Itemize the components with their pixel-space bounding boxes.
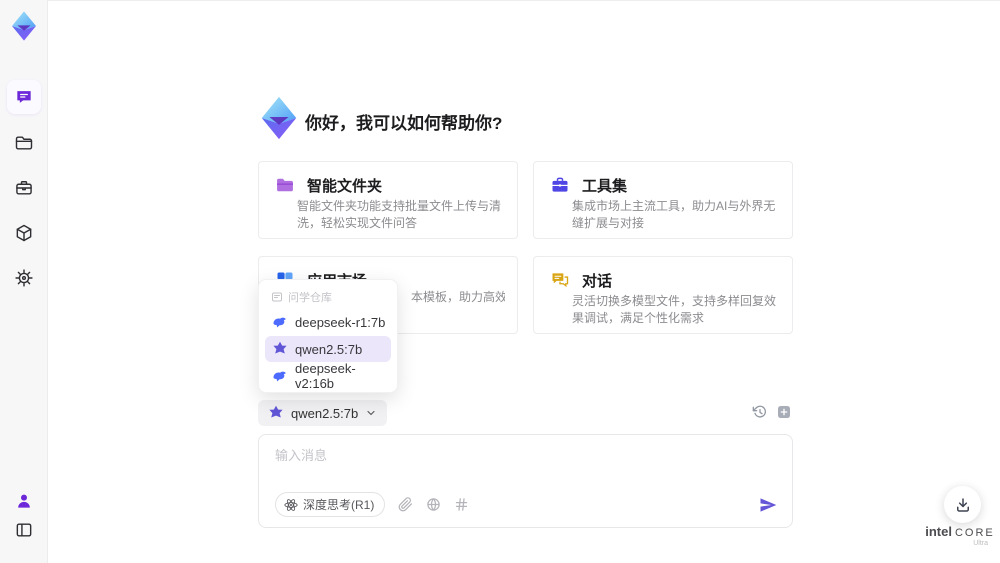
history-icon[interactable] xyxy=(752,404,768,420)
card-title: 对话 xyxy=(582,273,613,290)
gem-logo-icon xyxy=(261,96,297,140)
chevron-down-icon xyxy=(367,410,375,416)
repo-icon xyxy=(272,292,282,302)
message-input[interactable] xyxy=(275,445,775,485)
model-option-deepseek-v2[interactable]: deepseek-v2:16b xyxy=(265,361,391,391)
top-divider xyxy=(48,0,1000,1)
gem-logo-icon xyxy=(12,11,36,41)
card-title: 工具集 xyxy=(582,178,628,195)
send-icon[interactable] xyxy=(758,495,778,515)
hash-icon[interactable] xyxy=(454,497,469,512)
paperclip-icon[interactable] xyxy=(398,497,413,512)
model-dropdown: 问学仓库 deepseek-r1:7b qwen2.5:7b deepseek-… xyxy=(258,279,398,393)
sidebar-item-settings[interactable] xyxy=(7,261,41,295)
user-icon xyxy=(18,494,30,508)
download-icon xyxy=(956,497,969,512)
model-option-deepseek-r1[interactable]: deepseek-r1:7b xyxy=(265,309,391,335)
plus-square-icon[interactable] xyxy=(776,404,792,420)
model-option-label: deepseek-v2:16b xyxy=(295,361,356,391)
qwen-icon xyxy=(273,341,287,354)
sidebar-item-chat[interactable] xyxy=(7,80,41,114)
model-option-qwen[interactable]: qwen2.5:7b xyxy=(265,336,391,362)
folder-purple-icon xyxy=(277,178,293,192)
sidebar-item-models[interactable] xyxy=(7,216,41,250)
qwen-icon xyxy=(269,405,283,418)
briefcase-icon xyxy=(16,181,32,195)
folder-icon xyxy=(15,136,33,150)
message-composer: 深度思考(R1) xyxy=(258,434,793,528)
sidebar-item-collapse[interactable] xyxy=(7,513,41,547)
model-option-label: deepseek-r1:7b xyxy=(295,314,386,330)
app-window: 你好，我可以如何帮助你? 智能文件夹 智能文件夹功能支持批量文件上传与清洗，轻松… xyxy=(0,0,1000,563)
sidebar xyxy=(0,0,48,563)
deep-think-label: 深度思考(R1) xyxy=(303,498,375,512)
page-title: 你好，我可以如何帮助你? xyxy=(305,114,503,133)
core-logo-text: CORE xyxy=(954,527,995,539)
model-selector-label: qwen2.5:7b xyxy=(291,405,359,421)
deepseek-whale-icon xyxy=(273,371,286,382)
intel-core-badge: intel CORE Ultra xyxy=(925,524,995,547)
chat-bubble-icon xyxy=(17,91,31,103)
intel-logo-text: intel xyxy=(925,524,952,539)
card-description: 灵活切换多模型文件，支持多样回复效果调试，满足个性化需求 xyxy=(572,294,777,325)
deep-think-toggle[interactable]: 深度思考(R1) xyxy=(275,492,386,517)
sidebar-item-folders[interactable] xyxy=(7,126,41,160)
briefcase-blue-icon xyxy=(552,177,568,192)
quick-actions xyxy=(752,404,792,420)
sidebar-item-toolkit[interactable] xyxy=(7,171,41,205)
card-title: 智能文件夹 xyxy=(307,178,383,195)
model-dropdown-header: 问学仓库 xyxy=(259,280,397,308)
model-selector[interactable]: qwen2.5:7b xyxy=(258,400,388,426)
composer-toolbar: 深度思考(R1) xyxy=(275,492,778,517)
gear-icon xyxy=(15,269,33,287)
card-description: 集成市场上主流工具，助力AI与外界无缝扩展与对接 xyxy=(572,199,776,230)
ultra-logo-text: Ultra xyxy=(973,540,988,547)
atom-icon xyxy=(284,498,298,511)
card-description: 本模板，助力高效生成多 xyxy=(411,290,505,304)
model-dropdown-header-label: 问学仓库 xyxy=(288,292,332,304)
deepseek-whale-icon xyxy=(273,317,286,328)
card-description: 智能文件夹功能支持批量文件上传与清洗，轻松实现文件问答 xyxy=(297,199,502,230)
side-panel-icon xyxy=(16,523,32,537)
globe-icon[interactable] xyxy=(426,497,441,512)
cube-icon xyxy=(16,224,32,242)
model-option-label: qwen2.5:7b xyxy=(295,341,363,357)
download-button[interactable] xyxy=(944,486,981,523)
card-smart-folder[interactable]: 智能文件夹 智能文件夹功能支持批量文件上传与清洗，轻松实现文件问答 xyxy=(258,161,518,239)
card-dialogue[interactable]: 对话 灵活切换多模型文件，支持多样回复效果调试，满足个性化需求 xyxy=(533,256,793,334)
card-toolkit[interactable]: 工具集 集成市场上主流工具，助力AI与外界无缝扩展与对接 xyxy=(533,161,793,239)
chat-yellow-icon xyxy=(552,273,569,288)
